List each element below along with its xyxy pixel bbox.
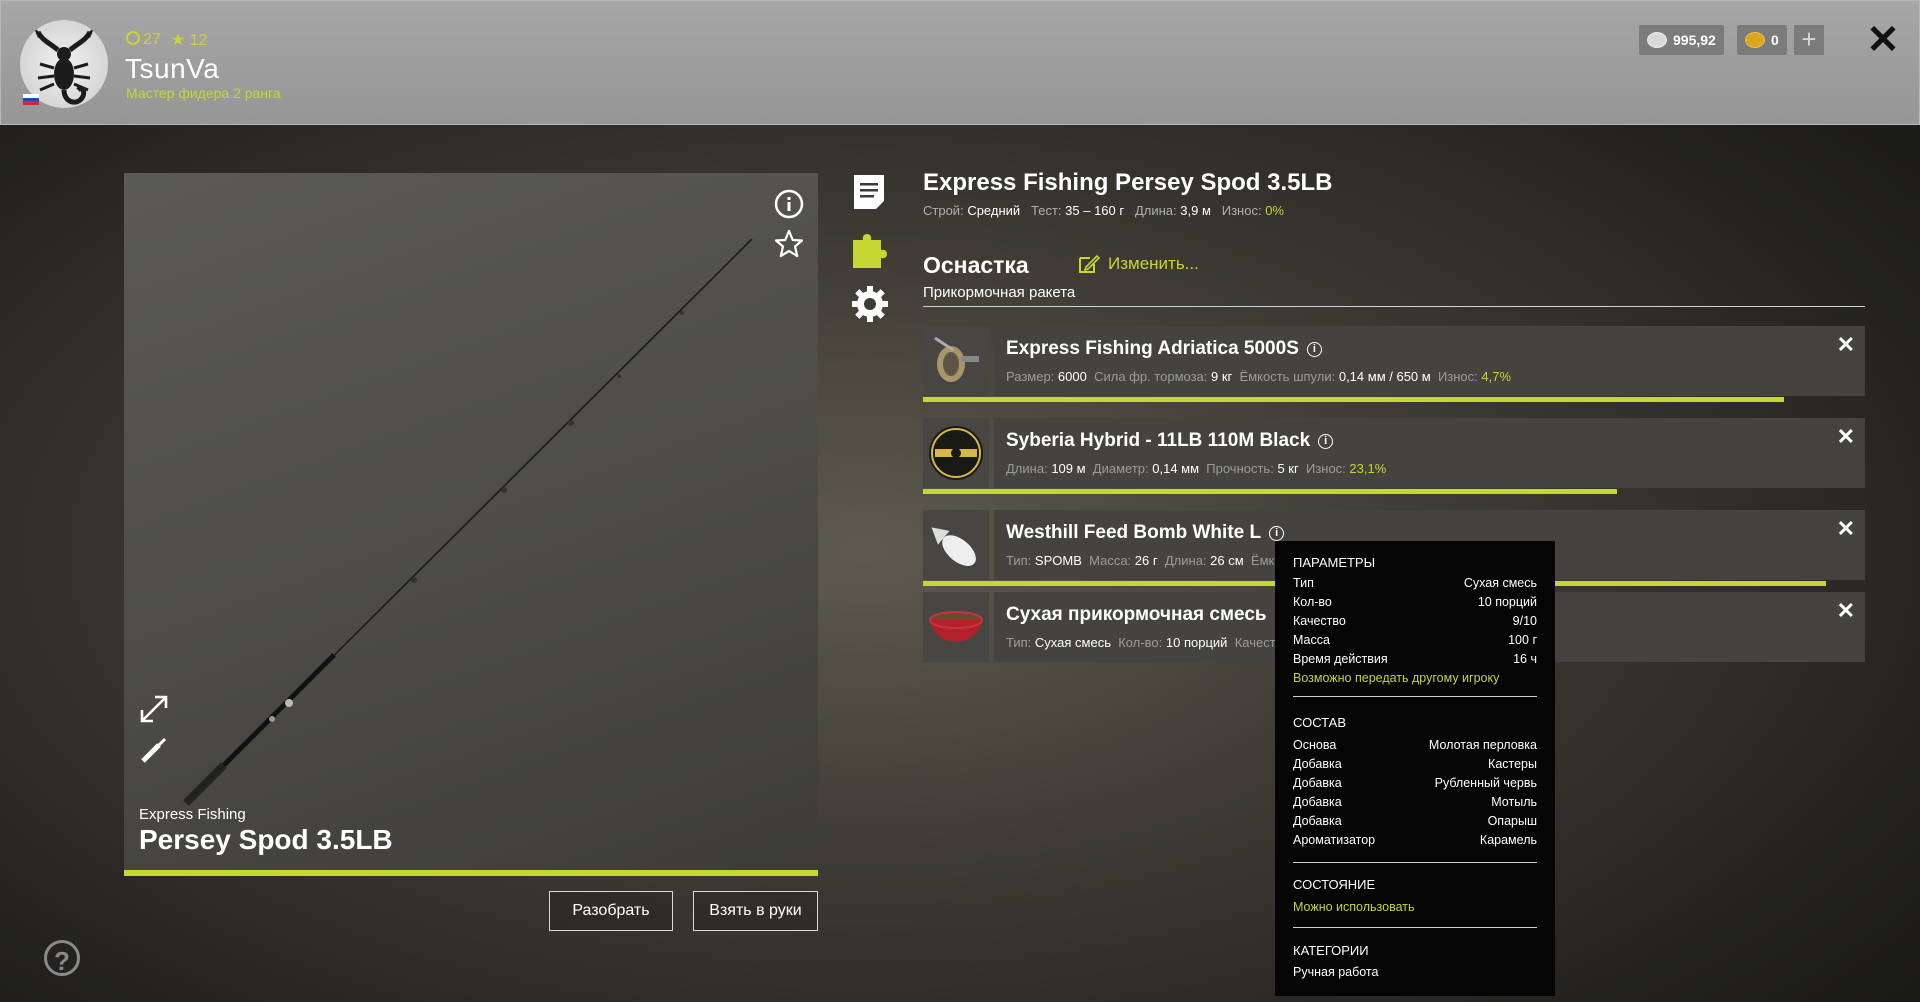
line-durability-bar [923, 489, 1617, 494]
rig-puzzle-icon[interactable] [851, 228, 887, 268]
equipment-properties: Тип: Сухая смесь Кол-во: 10 порций Качес… [1006, 635, 1276, 650]
settings-gear-icon[interactable] [851, 285, 888, 322]
tooltip-category-value: Ручная работа [1293, 965, 1379, 979]
help-icon[interactable]: ? [44, 940, 80, 976]
rod-durability-bar [124, 870, 818, 876]
level-icon [126, 31, 140, 45]
rig-type: Прикормочная ракета [923, 284, 1076, 301]
country-flag [23, 94, 39, 105]
gold-balance: 0 [1737, 25, 1787, 55]
take-in-hands-button[interactable]: Взять в руки [693, 891, 818, 931]
rod-title: Express Fishing Persey Spod 3.5LB [923, 169, 1333, 196]
tooltip-composition-row: Добавка Опарыш [1293, 814, 1537, 828]
info-icon[interactable] [774, 189, 804, 224]
tooltip-composition-row: Добавка Мотыль [1293, 795, 1537, 809]
remove-reel-button[interactable]: ✕ [1837, 332, 1855, 358]
equipment-properties: Размер: 6000 Сила фр. тормоза: 9 кг Ёмко… [1006, 369, 1512, 384]
rod-brand: Express Fishing [139, 806, 246, 823]
remove-line-button[interactable]: ✕ [1837, 424, 1855, 450]
tooltip-state-title: СОСТОЯНИЕ [1293, 877, 1376, 892]
username: TsunVa [125, 53, 220, 84]
silver-coin-icon [1647, 32, 1667, 48]
player-stats: 27 ★ 12 [126, 30, 207, 50]
reel-durability-bar [923, 397, 1784, 402]
tooltip-composition-row: Добавка Рубленный червь [1293, 776, 1537, 790]
divider [1293, 927, 1537, 928]
level-display: 27 [126, 31, 161, 49]
tooltip-param-row: Качество 9/10 [1293, 614, 1537, 628]
equipment-properties: Тип: SPOMB Масса: 26 г Длина: 26 см Ёмко… [1006, 553, 1289, 568]
equipment-row-line[interactable]: Syberia Hybrid - 11LB 110M Black i Длина… [923, 418, 1865, 488]
tooltip-categories-title: КАТЕГОРИИ [1293, 943, 1369, 958]
equipment-name: Сухая прикормочная смесь i [1006, 604, 1290, 626]
favorite-star-icon[interactable] [774, 229, 804, 264]
equipment-name: Westhill Feed Bomb White L i [1006, 522, 1285, 544]
info-icon[interactable]: i [1318, 433, 1334, 449]
tooltip-transferable: Возможно передать другому игроку [1293, 671, 1500, 685]
reel-thumbnail [923, 326, 989, 396]
tooltip-composition-title: СОСТАВ [1293, 715, 1347, 730]
tooltip-param-row: Время действия 16 ч [1293, 652, 1537, 666]
spod-bomb-thumbnail [923, 510, 989, 580]
rig-section-title: Оснастка [923, 252, 1029, 278]
tooltip-param-row: Тип Сухая смесь [1293, 576, 1537, 590]
edit-rig-button[interactable]: Изменить... [1078, 254, 1199, 274]
profile-header: 27 ★ 12 TsunVa Мастер фидера 2 ранга 995… [0, 0, 1920, 125]
remove-groundbait-button[interactable]: ✕ [1837, 598, 1855, 624]
remove-spomb-button[interactable]: ✕ [1837, 516, 1855, 542]
player-rank: Мастер фидера 2 ранга [126, 85, 281, 101]
equipment-properties: Длина: 109 м Диаметр: 0,14 мм Прочность:… [1006, 461, 1387, 476]
rod-preview-panel [124, 173, 818, 875]
tooltip-params-title: ПАРАМЕТРЫ [1293, 555, 1376, 570]
stars-display: ★ 12 [170, 32, 208, 49]
tooltip-composition-row: Ароматизатор Карамель [1293, 833, 1537, 847]
equipment-row-reel[interactable]: Express Fishing Adriatica 5000S i Размер… [923, 326, 1865, 396]
divider [1293, 696, 1537, 697]
rod-properties: Строй: Средний Тест: 35 – 160 г Длина: 3… [923, 203, 1284, 218]
tooltip-composition-row: Добавка Кастеры [1293, 757, 1537, 771]
rod-image[interactable] [124, 173, 818, 875]
repair-brush-icon[interactable] [139, 734, 169, 769]
line-spool-thumbnail [923, 418, 989, 488]
groundbait-tooltip: ПАРАМЕТРЫ Тип Сухая смесь Кол-во 10 порций… [1275, 541, 1555, 996]
divider [1293, 862, 1537, 863]
star-icon: ★ [170, 32, 186, 49]
divider [923, 306, 1865, 307]
disassemble-button[interactable]: Разобрать [549, 891, 673, 931]
equipment-name: Syberia Hybrid - 11LB 110M Black i [1006, 430, 1334, 452]
equipment-name: Express Fishing Adriatica 5000S i [1006, 338, 1322, 360]
tooltip-composition-row: Основа Молотая перловка [1293, 738, 1537, 752]
document-icon[interactable] [851, 173, 887, 209]
tooltip-state-value: Можно использовать [1293, 900, 1415, 914]
info-icon[interactable]: i [1306, 341, 1322, 357]
tooltip-param-row: Масса 100 г [1293, 633, 1537, 647]
gold-coin-icon [1745, 32, 1765, 48]
groundbait-bowl-thumbnail [923, 592, 989, 662]
rod-name: Persey Spod 3.5LB [139, 824, 393, 855]
silver-balance: 995,92 [1639, 25, 1724, 55]
expand-icon[interactable] [139, 694, 169, 729]
edit-icon [1079, 254, 1100, 273]
tooltip-param-row: Кол-во 10 порций [1293, 595, 1537, 609]
info-icon[interactable]: i [1269, 525, 1285, 541]
add-currency-button[interactable]: + [1794, 25, 1824, 55]
close-button[interactable]: ✕ [1865, 20, 1901, 60]
